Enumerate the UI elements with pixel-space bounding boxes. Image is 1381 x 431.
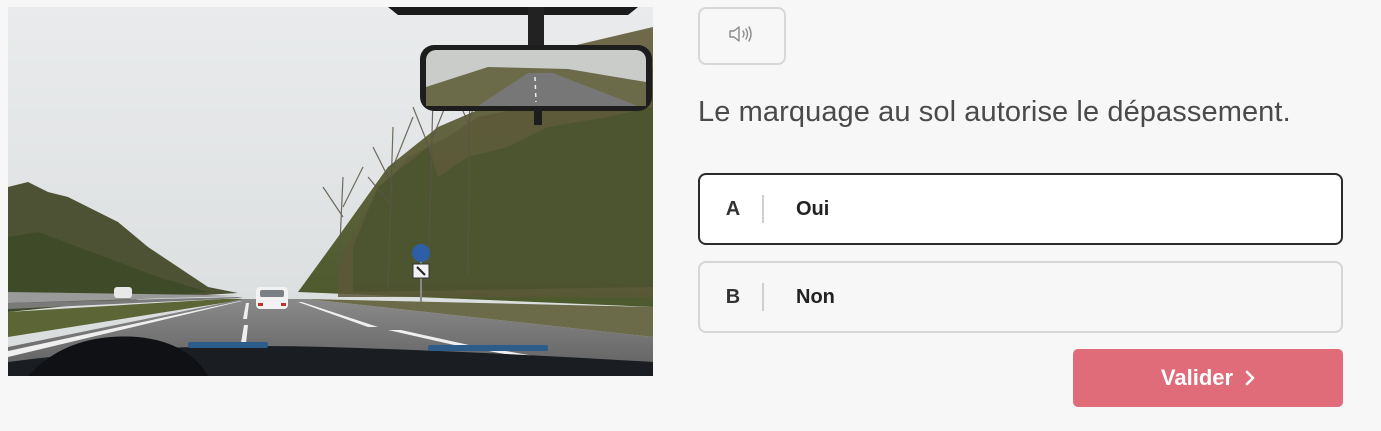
answer-option-a[interactable]: A Oui: [698, 173, 1343, 245]
answer-divider: [762, 195, 764, 223]
question-text: Le marquage au sol autorise le dépasseme…: [698, 96, 1291, 128]
answer-option-b[interactable]: B Non: [698, 261, 1343, 333]
question-scene-image: [8, 7, 653, 376]
audio-button[interactable]: [698, 7, 786, 65]
answer-label: Non: [796, 285, 835, 308]
validate-label: Valider: [1160, 365, 1234, 390]
answer-divider: [762, 283, 764, 311]
answer-letter: A: [725, 197, 741, 220]
validate-button[interactable]: Valider: [1073, 349, 1343, 407]
chevron-right-icon: [1245, 370, 1255, 386]
answer-label: Oui: [796, 197, 830, 220]
answer-letter: B: [725, 285, 741, 308]
speaker-icon: [727, 23, 757, 50]
